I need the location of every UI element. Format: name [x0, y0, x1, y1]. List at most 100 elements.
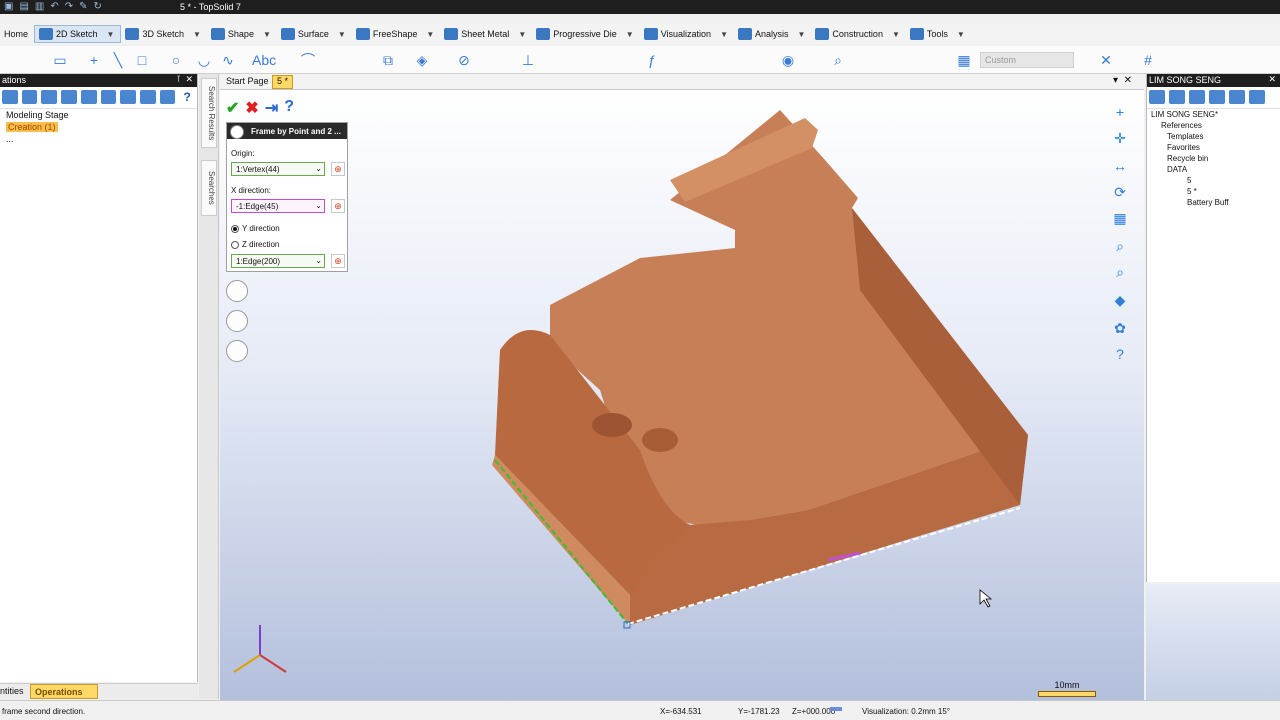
menu-home[interactable]: Home — [0, 25, 34, 43]
frame-option-3-button[interactable] — [226, 340, 248, 362]
pan-icon[interactable]: ✛ — [1110, 128, 1130, 148]
add-icon[interactable]: + — [1110, 102, 1130, 122]
refresh-icon[interactable] — [100, 90, 117, 104]
menu-surface[interactable]: Surface ▼ — [277, 25, 352, 43]
close-icon[interactable]: ✕ — [1124, 75, 1132, 86]
tab-search-results[interactable]: Search Results — [201, 78, 217, 148]
expand-icon[interactable] — [2, 90, 18, 104]
text-icon[interactable]: Abc — [252, 52, 276, 68]
close-x-icon[interactable]: ✕ — [1098, 52, 1114, 68]
rect-icon[interactable]: □ — [134, 52, 150, 68]
chevron-down-icon[interactable]: ⌄ — [315, 201, 322, 210]
edit-icon[interactable]: ✎ — [79, 1, 87, 12]
chevron-down-icon[interactable]: ▾ — [1113, 75, 1118, 86]
tree-item-more[interactable]: ... — [0, 133, 197, 145]
filter-icon[interactable] — [1209, 90, 1225, 104]
menu-visualization[interactable]: Visualization ▼ — [640, 25, 734, 43]
open-icon[interactable]: ▤ — [19, 1, 28, 12]
close-icon[interactable]: ✕ — [1268, 74, 1276, 85]
x-direction-field[interactable]: -1:Edge(45) ⌄ — [231, 199, 325, 213]
tree-item-creation[interactable]: Creation (1) — [0, 121, 197, 133]
save-icon[interactable]: ▣ — [4, 1, 13, 12]
constraint-icon[interactable]: ⊘ — [456, 52, 472, 68]
fillet-icon[interactable]: ⌒ — [300, 52, 316, 68]
menu-freeshape[interactable]: FreeShape ▼ — [352, 25, 440, 43]
pin-icon[interactable]: ⊺ — [176, 74, 181, 85]
window-icon[interactable]: ▦ — [1110, 208, 1130, 228]
check-icon[interactable]: ✔ — [226, 98, 239, 118]
tree-item-5-modified[interactable]: 5 * — [1147, 186, 1280, 197]
sort-icon[interactable] — [1229, 90, 1245, 104]
lock-icon[interactable] — [120, 90, 136, 104]
tree-item-5[interactable]: 5 — [1147, 175, 1280, 186]
tree-item-battery-buff[interactable]: Battery Buff — [1147, 197, 1280, 208]
zoom-icon[interactable]: ⌕ — [1110, 262, 1130, 282]
second-direction-field[interactable]: 1:Edge(200) ⌄ — [231, 254, 325, 268]
y-direction-radio[interactable]: Y direction — [231, 224, 280, 233]
menu-2d-sketch[interactable]: 2D Sketch ▼ — [34, 25, 122, 43]
menu-tools[interactable]: Tools ▼ — [906, 25, 971, 43]
camera-icon[interactable]: ◉ — [780, 52, 796, 68]
zoom-icon[interactable]: ⌕ — [830, 52, 846, 68]
tab-start-page[interactable]: Start Page — [222, 76, 273, 90]
radio-off-icon[interactable] — [231, 240, 239, 249]
tree-item-references[interactable]: References — [1147, 120, 1280, 131]
style-combo[interactable]: Custom — [980, 52, 1074, 68]
axis-icon[interactable]: ↔ — [1110, 156, 1130, 176]
menu-sheet-metal[interactable]: Sheet Metal ▼ — [440, 25, 532, 43]
pick-origin-icon[interactable]: ⊕ — [331, 162, 345, 176]
line-icon[interactable]: ╲ — [110, 52, 126, 68]
help-icon[interactable]: ? — [1110, 344, 1130, 364]
chevron-down-icon[interactable]: ⌄ — [315, 256, 322, 265]
apply-icon[interactable]: ⇥ — [265, 98, 278, 118]
view-cube-icon[interactable]: ◆ — [1110, 290, 1130, 310]
dimension-icon[interactable]: ⊥ — [520, 52, 536, 68]
spline-icon[interactable]: ∿ — [220, 52, 236, 68]
radio-on-icon[interactable] — [231, 224, 239, 233]
menu-shape[interactable]: Shape ▼ — [207, 25, 277, 43]
tree-item-modeling-stage[interactable]: Modeling Stage — [0, 109, 197, 121]
style-icon[interactable]: ▦ — [956, 52, 972, 68]
rotate-icon[interactable]: ⟳ — [1110, 182, 1130, 202]
circle-icon[interactable]: ○ — [168, 52, 184, 68]
refresh-icon[interactable]: ↻ — [94, 1, 102, 12]
undo-icon[interactable]: ↶ — [50, 1, 58, 12]
move-icon[interactable] — [41, 90, 58, 104]
zoom-box-icon[interactable]: ⌕ — [1110, 236, 1130, 256]
tab-document-5[interactable]: 5 * — [272, 75, 294, 89]
point-icon[interactable]: + — [86, 52, 102, 68]
color-icon[interactable]: ✿ — [1110, 318, 1130, 338]
tab-entities[interactable]: ntities — [0, 686, 24, 696]
help-icon[interactable]: ? — [284, 98, 294, 118]
frame-option-1-button[interactable] — [226, 280, 248, 302]
options-icon[interactable] — [159, 90, 176, 104]
pick-x-direction-icon[interactable]: ⊕ — [331, 199, 345, 213]
tree-icon[interactable] — [1189, 90, 1205, 104]
menu-3d-sketch[interactable]: 3D Sketch ▼ — [121, 25, 206, 43]
menu-analysis[interactable]: Analysis ▼ — [734, 25, 811, 43]
chevron-down-icon[interactable]: ⌄ — [315, 164, 322, 173]
close-icon[interactable]: ✕ — [185, 74, 193, 85]
cancel-icon[interactable]: ✖ — [245, 98, 258, 118]
offset-icon[interactable]: ⧉ — [380, 52, 396, 68]
menu-construction[interactable]: Construction ▼ — [811, 25, 905, 43]
tree-item-recycle-bin[interactable]: Recycle bin — [1147, 153, 1280, 164]
function-icon[interactable]: ƒ — [644, 52, 660, 68]
tab-operations[interactable]: Operations — [30, 684, 98, 699]
rectangle-icon[interactable]: ▭ — [52, 52, 68, 68]
pick-second-direction-icon[interactable]: ⊕ — [331, 254, 345, 268]
collapse-icon[interactable] — [1169, 90, 1185, 104]
filter-icon[interactable] — [61, 90, 77, 104]
tree-item-templates[interactable]: Templates — [1147, 131, 1280, 142]
quick-access-toolbar[interactable]: ▣ ▤ ▥ ↶ ↷ ✎ ↻ — [4, 1, 102, 12]
profile-icon[interactable]: ◈ — [414, 52, 430, 68]
3d-viewport[interactable] — [220, 90, 1144, 700]
tree-item-project[interactable]: LIM SONG SENG* — [1147, 109, 1280, 120]
frame-option-2-button[interactable] — [226, 310, 248, 332]
tab-searches[interactable]: Searches — [201, 160, 217, 216]
arc-icon[interactable]: ◡ — [196, 52, 212, 68]
visualization-icon[interactable] — [830, 707, 842, 711]
origin-field[interactable]: 1:Vertex(44) ⌄ — [231, 162, 325, 176]
redo-icon[interactable]: ↷ — [65, 1, 73, 12]
refresh-icon[interactable] — [1249, 90, 1265, 104]
